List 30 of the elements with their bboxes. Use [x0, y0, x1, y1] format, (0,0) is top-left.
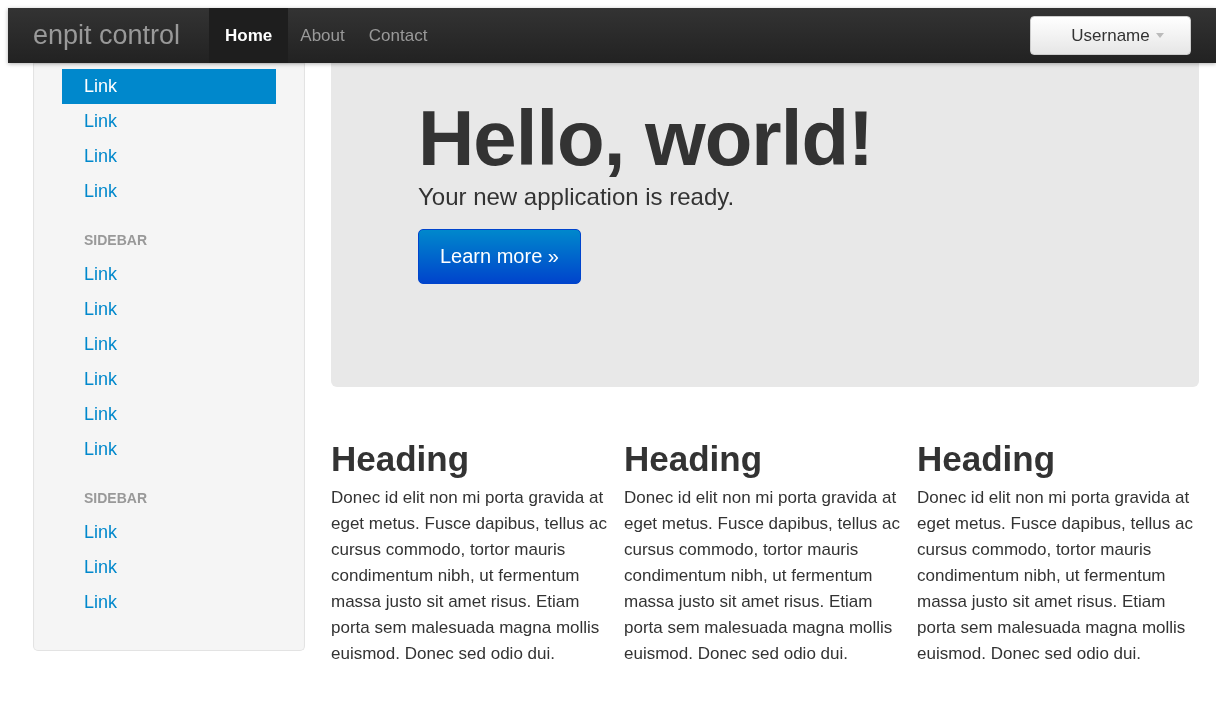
- column-heading: Heading: [917, 439, 1057, 479]
- sidebar-link[interactable]: Link: [62, 292, 276, 327]
- column-text: Donec id elit non mi porta gravida at eget metus. Fusce dapibus, tellus ac cursus commodo, tortor mauris condimentum nibh, ut fermentum massa justo sit amet risus. Etiam porta sem malesuada magna mollis euismod. Donec sed odio dui.: [917, 487, 1194, 665]
- caret-icon: [1155, 33, 1164, 38]
- column-text: Donec id elit non mi porta gravida at eget metus. Fusce dapibus, tellus ac cursus commodo, tortor mauris condimentum nibh, ut fermentum massa justo sit amet risus. Etiam porta sem malesuada magna mollis euismod. Donec sed odio dui.: [331, 487, 608, 665]
- sidebar-link[interactable]: Link: [62, 432, 276, 467]
- user-menu-button[interactable]: Username: [1030, 16, 1191, 55]
- hero-subtitle: Your new application is ready.: [418, 183, 736, 211]
- column-text: Donec id elit non mi porta gravida at eget metus. Fusce dapibus, tellus ac cursus commodo, tortor mauris condimentum nibh, ut fermentum massa justo sit amet risus. Etiam porta sem malesuada magna mollis euismod. Donec sed odio dui.: [624, 487, 901, 665]
- sidebar-link[interactable]: Link: [62, 104, 276, 139]
- sidebar-header: SIDEBAR: [83, 231, 148, 250]
- brand-title[interactable]: enpit control: [8, 20, 210, 51]
- sidebar-header: SIDEBAR: [83, 489, 148, 508]
- column-heading: Heading: [331, 439, 471, 479]
- column-heading: Heading: [624, 439, 764, 479]
- nav-link[interactable]: About: [288, 8, 357, 63]
- nav-link[interactable]: Contact: [356, 8, 440, 63]
- hero-title: Hello, world!: [418, 93, 874, 183]
- nav-link[interactable]: Home: [209, 8, 289, 63]
- sidebar-link[interactable]: Link: [62, 139, 276, 174]
- sidebar-link[interactable]: Link: [62, 515, 276, 550]
- sidebar-link[interactable]: Link: [62, 327, 276, 362]
- sidebar-link[interactable]: Link: [62, 362, 276, 397]
- learn-more-button[interactable]: Learn more »: [418, 229, 581, 284]
- sidebar-link[interactable]: Link: [62, 174, 276, 209]
- sidebar-link[interactable]: Link: [62, 585, 276, 620]
- sidebar-link[interactable]: Link: [62, 257, 276, 292]
- sidebar-link[interactable]: Link: [62, 397, 276, 432]
- sidebar-link[interactable]: Link: [62, 550, 276, 585]
- sidebar-link[interactable]: Link: [62, 69, 276, 104]
